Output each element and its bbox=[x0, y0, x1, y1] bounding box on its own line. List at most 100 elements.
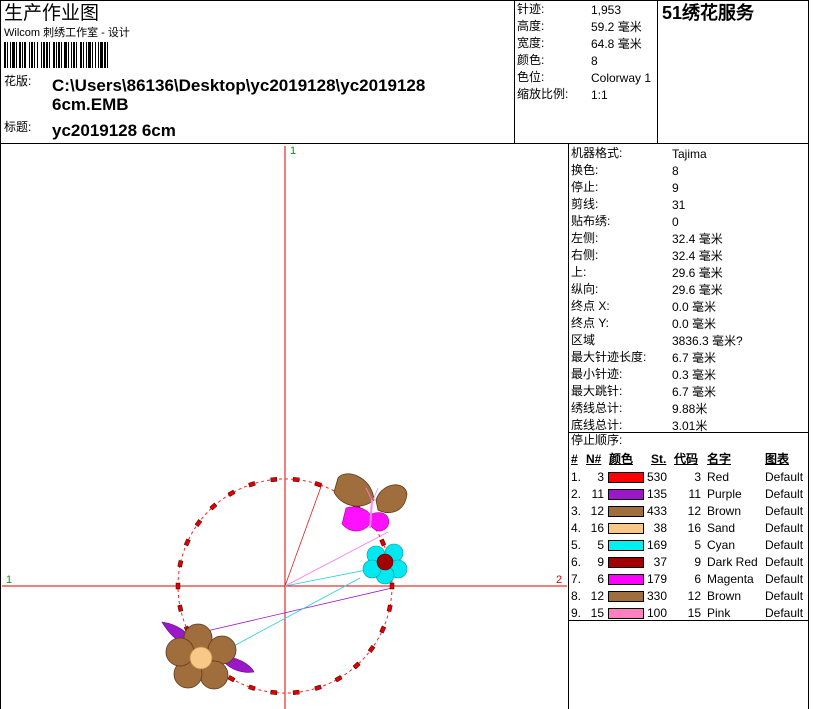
stop-stitches: 37 bbox=[653, 555, 667, 569]
detail-value: 0.3 毫米 bbox=[672, 368, 717, 382]
col-header-num: # bbox=[571, 452, 578, 466]
stop-code: 5 bbox=[694, 538, 701, 552]
summary-value: 64.8 毫米 bbox=[591, 37, 642, 51]
company-name: 51绣花服务 bbox=[662, 3, 755, 23]
stop-color-name: Dark Red bbox=[707, 555, 758, 569]
stop-num: 6. bbox=[571, 555, 582, 569]
stop-sequence-table: 1. 3 530 3 Red Default 2. 11 135 11 Purple Default 3… bbox=[568, 468, 809, 620]
stop-code: 6 bbox=[694, 572, 701, 586]
stop-color-name: Magenta bbox=[707, 572, 754, 586]
stop-color-name: Purple bbox=[707, 487, 742, 501]
name-label: 标题: bbox=[4, 120, 32, 134]
axis-label-top: 1 bbox=[290, 145, 296, 157]
detail-label: 纵向: bbox=[571, 282, 599, 296]
stop-code: 11 bbox=[688, 487, 701, 501]
summary-value: 8 bbox=[591, 54, 598, 68]
page-subtitle: Wilcom 刺绣工作室 - 设计 bbox=[4, 27, 130, 39]
summary-label: 高度: bbox=[517, 19, 545, 33]
stop-stitches: 433 bbox=[646, 504, 667, 518]
summary-value: 1:1 bbox=[591, 88, 608, 102]
stop-chart: Default bbox=[765, 487, 804, 501]
stop-chart: Default bbox=[765, 589, 804, 603]
stop-color-swatch bbox=[608, 591, 644, 602]
summary-label: 宽度: bbox=[517, 36, 545, 50]
detail-label: 剪线: bbox=[571, 197, 599, 211]
detail-value: 9 bbox=[672, 181, 679, 195]
stop-color-name: Cyan bbox=[707, 538, 736, 552]
stop-needle: 5 bbox=[597, 538, 604, 552]
butterfly-motif bbox=[333, 473, 408, 532]
stop-num: 4. bbox=[571, 521, 582, 535]
stop-needle: 6 bbox=[597, 572, 604, 586]
summary-value: 59.2 毫米 bbox=[591, 20, 642, 34]
stop-needle: 16 bbox=[590, 521, 604, 535]
stop-chart: Default bbox=[765, 606, 804, 620]
summary-list: 针迹: 1,953 高度: 59.2 毫米 宽度: 64.8 毫米 颜色: 8 … bbox=[517, 1, 657, 141]
detail-value: 9.88米 bbox=[672, 402, 708, 416]
col-header-n: N# bbox=[586, 452, 602, 466]
details-list: 机器格式: Tajima 换色: 8 停止: 9 剪线: 31 贴布绣: 0 左侧: 32.4 毫米右… bbox=[571, 143, 807, 433]
stop-chart: Default bbox=[765, 538, 804, 552]
stop-num: 1. bbox=[571, 470, 582, 484]
detail-value: 31 bbox=[672, 198, 686, 212]
name-value: yc2019128 6cm bbox=[52, 121, 176, 140]
stop-code: 3 bbox=[694, 470, 701, 484]
detail-label: 最大针迹长度: bbox=[571, 350, 647, 364]
col-header-name: 名字 bbox=[707, 452, 732, 466]
brown-flower-motif bbox=[161, 621, 255, 690]
summary-label: 颜色: bbox=[517, 53, 545, 67]
stop-color-name: Brown bbox=[707, 504, 742, 518]
stop-code: 9 bbox=[694, 555, 701, 569]
detail-value: 32.4 毫米 bbox=[672, 249, 723, 263]
detail-label: 停止: bbox=[571, 180, 599, 194]
stop-chart: Default bbox=[765, 504, 804, 518]
stop-chart: Default bbox=[765, 521, 804, 535]
detail-label: 最大跳针: bbox=[571, 384, 623, 398]
stop-stitches: 38 bbox=[653, 521, 667, 535]
col-header-st: St. bbox=[651, 452, 667, 466]
detail-label: 上: bbox=[571, 265, 587, 279]
stop-num: 3. bbox=[571, 504, 582, 518]
stop-chart: Default bbox=[765, 470, 804, 484]
summary-value: 1,953 bbox=[591, 3, 622, 17]
detail-label: 换色: bbox=[571, 163, 599, 177]
barcode bbox=[4, 42, 202, 68]
stop-color-swatch bbox=[608, 489, 644, 500]
stop-needle: 15 bbox=[590, 606, 604, 620]
stop-stitches: 169 bbox=[646, 538, 667, 552]
stop-needle: 9 bbox=[597, 555, 604, 569]
stop-needle: 12 bbox=[590, 504, 604, 518]
stop-needle: 12 bbox=[590, 589, 604, 603]
stop-stitches: 135 bbox=[646, 487, 667, 501]
stop-code: 12 bbox=[687, 589, 701, 603]
detail-value: 6.7 毫米 bbox=[672, 351, 717, 365]
stop-needle: 3 bbox=[597, 470, 604, 484]
axis-label-left: 1 bbox=[6, 574, 12, 586]
stop-num: 9. bbox=[571, 606, 582, 620]
detail-value: 3836.3 毫米? bbox=[672, 334, 743, 348]
stop-color-swatch bbox=[608, 506, 644, 517]
summary-label: 针迹: bbox=[517, 2, 545, 16]
stop-stitches: 330 bbox=[646, 589, 667, 603]
stop-num: 2. bbox=[571, 487, 582, 501]
detail-label: 贴布绣: bbox=[571, 214, 611, 228]
stop-num: 7. bbox=[571, 572, 582, 586]
axis-label-right: 2 bbox=[556, 574, 562, 586]
page-title: 生产作业图 bbox=[4, 3, 100, 24]
col-header-code: 代码 bbox=[674, 452, 699, 466]
detail-label: 右侧: bbox=[571, 248, 599, 262]
cyan-flower-motif bbox=[362, 543, 408, 585]
stop-code: 15 bbox=[687, 606, 701, 620]
stop-color-swatch bbox=[608, 574, 644, 585]
stop-stitches: 179 bbox=[646, 572, 667, 586]
file-path-line2: 6cm.EMB bbox=[52, 95, 129, 114]
bottom-right-panel bbox=[568, 620, 809, 709]
detail-value: Tajima bbox=[672, 147, 707, 161]
detail-value: 0.0 毫米 bbox=[672, 300, 717, 314]
detail-value: 29.6 毫米 bbox=[672, 283, 723, 297]
stop-code: 12 bbox=[687, 504, 701, 518]
stop-code: 16 bbox=[687, 521, 701, 535]
detail-label: 机器格式: bbox=[571, 146, 623, 160]
stop-color-name: Pink bbox=[707, 606, 731, 620]
stop-color-swatch bbox=[608, 472, 644, 483]
